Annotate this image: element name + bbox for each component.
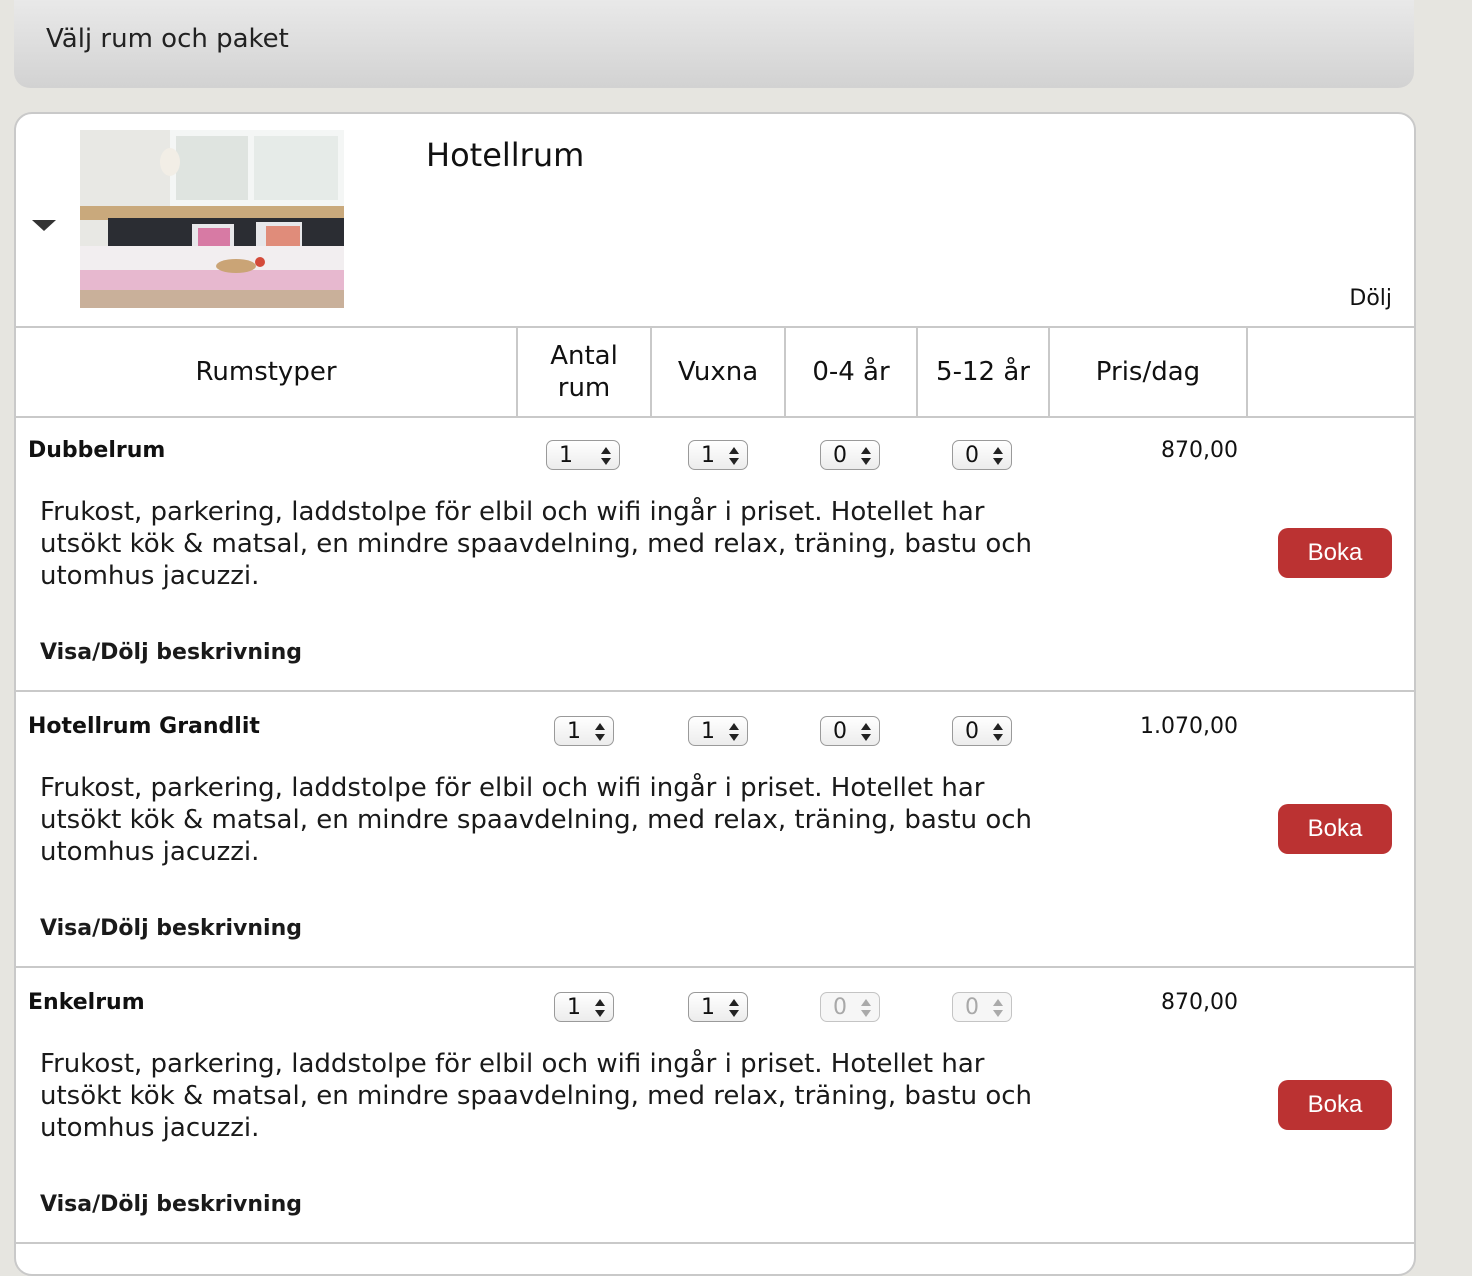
select-arrows-icon (729, 999, 739, 1017)
age-0-4-value: 0 (833, 442, 847, 468)
book-button[interactable]: Boka (1278, 1080, 1392, 1130)
column-header-price: Pris/dag (1050, 328, 1248, 416)
room-price: 870,00 (1161, 438, 1238, 463)
room-price: 870,00 (1161, 990, 1238, 1015)
select-arrows-icon (601, 447, 611, 465)
table-header: Rumstyper Antal rum Vuxna 0-4 år 5-12 år… (16, 326, 1414, 418)
age-5-12-select[interactable]: 0 (952, 440, 1012, 470)
room-name: Dubbelrum (28, 438, 166, 463)
room-row: Enkelrum 1 1 0 0 870,00 Frukost, parkeri… (16, 968, 1414, 1244)
select-arrows-icon (861, 999, 871, 1017)
num-rooms-select[interactable]: 1 (546, 440, 620, 470)
age-0-4-value: 0 (833, 994, 847, 1020)
num-rooms-value: 1 (567, 718, 581, 744)
room-description: Frukost, parkering, laddstolpe för elbil… (40, 773, 1033, 867)
room-row: Hotellrum Grandlit 1 1 0 0 1.070,00 Fruk… (16, 692, 1414, 968)
hide-link[interactable]: Dölj (1349, 286, 1392, 311)
num-rooms-select[interactable]: 1 (554, 716, 614, 746)
collapse-arrow-icon[interactable] (32, 220, 56, 231)
adults-value: 1 (701, 442, 715, 468)
toggle-description-link[interactable]: Visa/Dölj beskrivning (40, 640, 302, 665)
column-header-adults: Vuxna (652, 328, 786, 416)
num-rooms-value: 1 (567, 994, 581, 1020)
room-row: Dubbelrum 1 1 0 0 870,00 Frukost, parker… (16, 416, 1414, 692)
toggle-description-link[interactable]: Visa/Dölj beskrivning (40, 916, 302, 941)
age-5-12-value: 0 (965, 718, 979, 744)
select-arrows-icon (729, 723, 739, 741)
column-header-age-0-4: 0-4 år (786, 328, 918, 416)
select-arrows-icon (595, 999, 605, 1017)
page-header: Välj rum och paket (14, 0, 1414, 88)
hotel-room-image (80, 130, 344, 308)
select-arrows-icon (861, 723, 871, 741)
book-button[interactable]: Boka (1278, 804, 1392, 854)
age-0-4-value: 0 (833, 718, 847, 744)
page-title: Välj rum och paket (46, 24, 289, 54)
adults-select[interactable]: 1 (688, 716, 748, 746)
package-title: Hotellrum (426, 136, 585, 174)
num-rooms-value: 1 (559, 442, 573, 468)
age-5-12-value: 0 (965, 994, 979, 1020)
column-header-num-rooms-line2: rum (557, 373, 611, 403)
column-header-room-types: Rumstyper (16, 328, 518, 416)
select-arrows-icon (993, 447, 1003, 465)
age-5-12-select: 0 (952, 992, 1012, 1022)
book-button[interactable]: Boka (1278, 528, 1392, 578)
column-header-num-rooms-line1: Antal (550, 341, 618, 371)
select-arrows-icon (729, 447, 739, 465)
age-0-4-select[interactable]: 0 (820, 440, 880, 470)
age-5-12-value: 0 (965, 442, 979, 468)
select-arrows-icon (993, 723, 1003, 741)
room-package-card: Hotellrum Dölj Rumstyper Antal rum Vuxna… (14, 112, 1416, 1276)
age-0-4-select[interactable]: 0 (820, 716, 880, 746)
age-5-12-select[interactable]: 0 (952, 716, 1012, 746)
select-arrows-icon (595, 723, 605, 741)
adults-select[interactable]: 1 (688, 440, 748, 470)
room-description: Frukost, parkering, laddstolpe för elbil… (40, 497, 1033, 591)
toggle-description-link[interactable]: Visa/Dölj beskrivning (40, 1192, 302, 1217)
adults-value: 1 (701, 994, 715, 1020)
adults-value: 1 (701, 718, 715, 744)
select-arrows-icon (993, 999, 1003, 1017)
select-arrows-icon (861, 447, 871, 465)
num-rooms-select[interactable]: 1 (554, 992, 614, 1022)
room-name: Enkelrum (28, 990, 145, 1015)
age-0-4-select: 0 (820, 992, 880, 1022)
room-name: Hotellrum Grandlit (28, 714, 260, 739)
room-description: Frukost, parkering, laddstolpe för elbil… (40, 1049, 1033, 1143)
column-header-num-rooms: Antal rum (518, 328, 652, 416)
adults-select[interactable]: 1 (688, 992, 748, 1022)
column-header-age-5-12: 5-12 år (918, 328, 1050, 416)
room-price: 1.070,00 (1140, 714, 1238, 739)
